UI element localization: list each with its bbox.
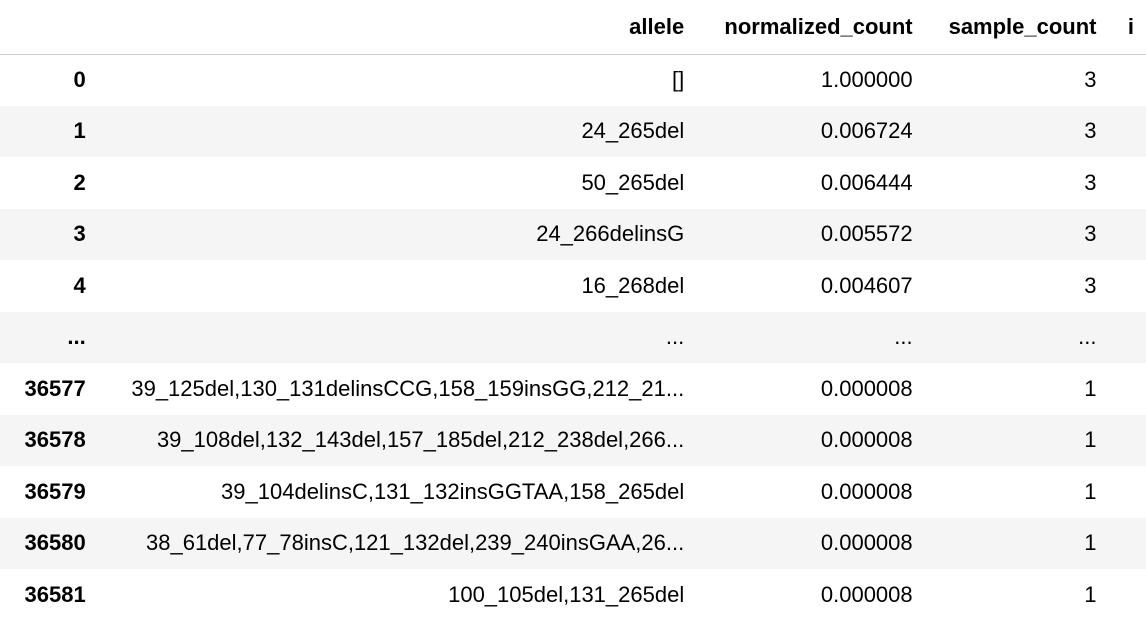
cell-allele: 38_61del,77_78insC,121_132del,239_240ins…	[146, 530, 685, 556]
dataframe-output: allele normalized_count sample_count i 0…	[0, 0, 1146, 618]
cell-truncated	[1109, 415, 1146, 467]
row-index: 4	[73, 272, 86, 298]
cell-normalized-count: ...	[894, 324, 913, 350]
cell-normalized-count: 0.004607	[820, 272, 913, 298]
row-index: 36579	[24, 478, 86, 504]
cell-truncated	[1109, 363, 1146, 415]
table-row: 36577 39_125del,130_131delinsCCG,158_159…	[0, 363, 1146, 415]
cell-normalized-count: 0.000008	[820, 581, 913, 607]
cell-normalized-count: 0.000008	[820, 427, 913, 453]
cell-allele: 24_266delinsG	[536, 221, 685, 247]
cell-allele: 50_265del	[581, 169, 685, 195]
cell-sample-count: 3	[1084, 169, 1097, 195]
table-row: 3 24_266delinsG 0.005572 3	[0, 208, 1146, 261]
cell-allele: []	[671, 67, 685, 92]
cell-normalized-count: 0.000008	[820, 530, 913, 556]
cell-allele: 39_108del,132_143del,157_185del,212_238d…	[156, 427, 685, 453]
cell-allele: ...	[665, 324, 685, 350]
cell-normalized-count: 1.000000	[820, 67, 913, 92]
column-header-sample-count: sample_count	[924, 0, 1109, 55]
row-index: 3	[73, 221, 86, 247]
cell-sample-count: 3	[1084, 118, 1097, 144]
cell-sample-count: 1	[1084, 530, 1097, 556]
cell-sample-count: 3	[1084, 67, 1097, 92]
column-header-normalized-count: normalized_count	[696, 0, 925, 55]
row-index: 1	[73, 118, 86, 144]
cell-allele: 39_104delinsC,131_132insGGTAA,158_265del	[221, 478, 685, 504]
column-header-allele: allele	[97, 0, 697, 55]
cell-normalized-count: 0.005572	[820, 221, 913, 247]
cell-truncated	[1109, 312, 1146, 364]
table-row: 36578 39_108del,132_143del,157_185del,21…	[0, 414, 1146, 467]
cell-truncated	[1109, 569, 1146, 618]
table-row: 36580 38_61del,77_78insC,121_132del,239_…	[0, 517, 1146, 570]
table-row: 1 24_265del 0.006724 3	[0, 105, 1146, 158]
table-row: 4 16_268del 0.004607 3	[0, 260, 1146, 312]
cell-allele: 16_268del	[581, 272, 685, 298]
cell-normalized-count: 0.000008	[820, 478, 913, 504]
cell-normalized-count: 0.006724	[820, 118, 913, 144]
index-header	[0, 0, 98, 55]
cell-truncated	[1109, 518, 1146, 570]
cell-sample-count: 1	[1084, 581, 1097, 607]
row-index: 36578	[24, 427, 86, 453]
header-row: allele normalized_count sample_count i	[0, 0, 1146, 55]
cell-normalized-count: 0.000008	[820, 375, 913, 401]
cell-allele: 39_125del,130_131delinsCCG,158_159insGG,…	[131, 375, 685, 401]
table-row: 36581 100_105del,131_265del 0.000008 1	[0, 569, 1146, 618]
row-index: ...	[67, 324, 86, 350]
cell-normalized-count: 0.006444	[820, 169, 913, 195]
cell-sample-count: ...	[1078, 324, 1097, 350]
cell-sample-count: 1	[1084, 375, 1097, 401]
table-row: 36579 39_104delinsC,131_132insGGTAA,158_…	[0, 466, 1146, 518]
table-row: 0 [] 1.000000 3	[0, 54, 1146, 106]
table-row-ellipsis: ... ... ... ...	[0, 311, 1146, 364]
cell-truncated	[1109, 466, 1146, 518]
row-index: 36580	[24, 530, 86, 556]
row-index: 36581	[24, 581, 86, 607]
cell-allele: 24_265del	[581, 118, 685, 144]
cell-allele: 100_105del,131_265del	[448, 581, 685, 607]
cell-truncated	[1109, 54, 1146, 106]
cell-truncated	[1109, 106, 1146, 158]
column-header-truncated: i	[1108, 0, 1146, 55]
cell-sample-count: 1	[1084, 478, 1097, 504]
row-index: 0	[73, 67, 86, 92]
cell-truncated	[1109, 209, 1146, 261]
cell-sample-count: 3	[1084, 272, 1097, 298]
cell-sample-count: 3	[1084, 221, 1097, 247]
cell-truncated	[1109, 260, 1146, 312]
cell-sample-count: 1	[1084, 427, 1097, 453]
dataframe-table: allele normalized_count sample_count i 0…	[0, 0, 1146, 618]
row-index: 2	[73, 169, 86, 195]
table-row: 2 50_265del 0.006444 3	[0, 157, 1146, 209]
row-index: 36577	[24, 375, 86, 401]
cell-truncated	[1109, 157, 1146, 209]
